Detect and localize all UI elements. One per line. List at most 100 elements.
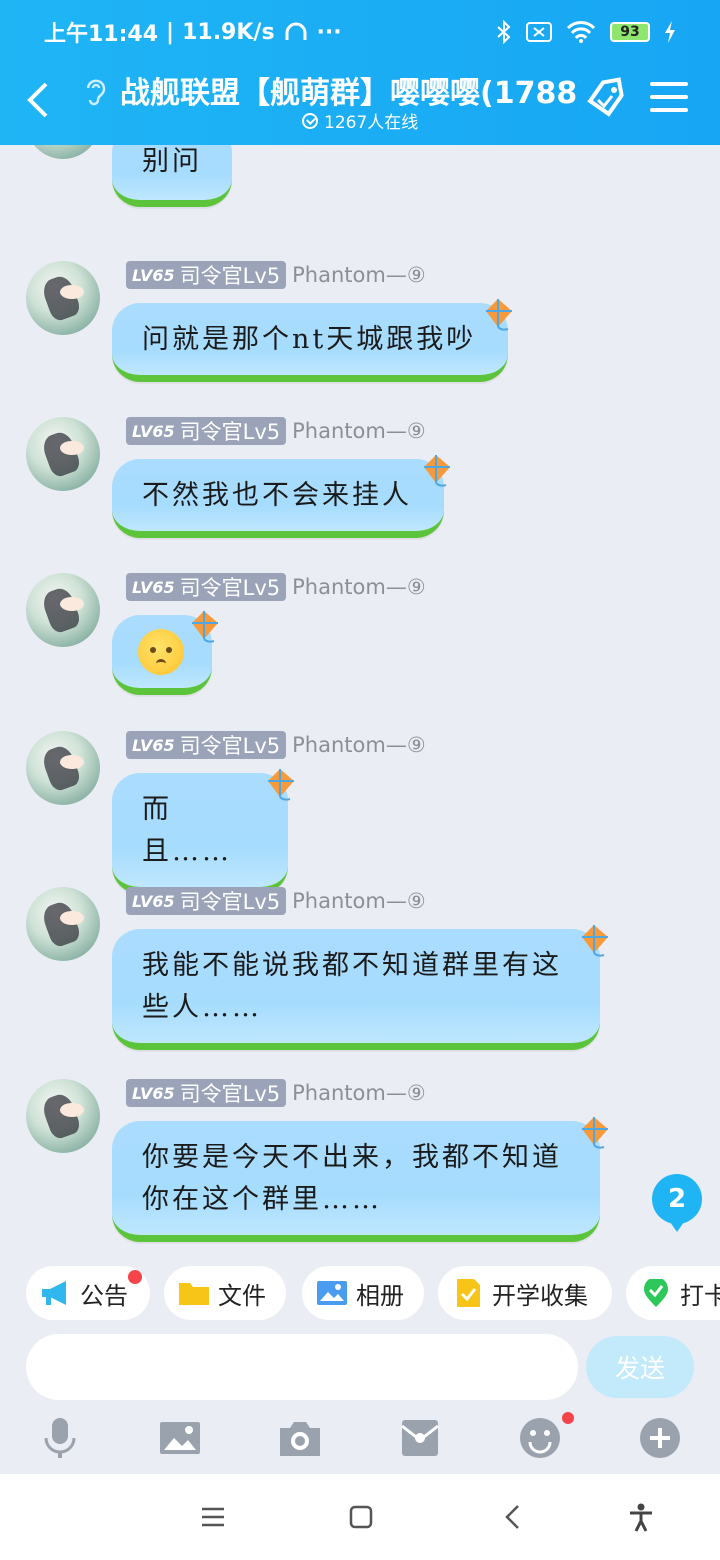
sender-meta: LV65 司令官Lv5 Phantom—⑨ (126, 417, 426, 445)
message-bubble[interactable]: 不然我也不会来挂人 (112, 459, 444, 538)
ear-icon[interactable] (82, 76, 108, 106)
checkin-icon (644, 1279, 668, 1307)
red-packet-icon[interactable] (398, 1416, 442, 1460)
level-label: LV65 (132, 735, 175, 755)
status-more: ··· (316, 19, 342, 45)
sender-name[interactable]: Phantom—⑨ (292, 575, 426, 599)
level-label: LV65 (132, 265, 175, 285)
avatar[interactable] (26, 573, 100, 647)
menu-bar-icon (650, 108, 688, 112)
camera-icon[interactable] (278, 1416, 322, 1460)
kite-icon (486, 299, 512, 331)
menu-bar-icon (650, 95, 688, 99)
online-check-icon (302, 112, 318, 129)
group-title[interactable]: 战舰联盟【舰萌群】嘤嘤嘤(1788) (120, 68, 580, 112)
worried-face-emoji-icon (138, 629, 184, 675)
charging-icon (665, 21, 675, 43)
online-count-text: 1267人在线 (324, 113, 419, 133)
album-icon (317, 1281, 347, 1305)
level-label: LV65 (132, 1083, 175, 1103)
input-row: 发送 (0, 1332, 720, 1402)
megaphone-icon (42, 1281, 66, 1305)
rank-badge: LV65 司令官Lv5 (126, 573, 287, 601)
sender-meta: LV65 司令官Lv5 Phantom—⑨ (126, 573, 426, 601)
chip-checkin[interactable]: 打卡 (626, 1266, 720, 1320)
message-bubble[interactable]: 别问 (112, 145, 232, 207)
message-bubble[interactable]: 问就是那个nt天城跟我吵 (112, 303, 508, 382)
message-bubble[interactable]: 我能不能说我都不知道群里有这些人…… (112, 929, 600, 1050)
chip-label: 公告 (80, 1281, 128, 1310)
kite-icon (424, 455, 450, 487)
sender-meta: LV65 司令官Lv5 Phantom—⑨ (126, 887, 426, 915)
avatar[interactable] (26, 145, 100, 159)
status-separator: | (166, 19, 175, 45)
rank-label: 司令官Lv5 (179, 1082, 281, 1106)
chevron-left-icon (27, 82, 48, 118)
rank-label: 司令官Lv5 (179, 576, 281, 600)
rank-badge: LV65 司令官Lv5 (126, 731, 287, 759)
rank-label: 司令官Lv5 (179, 420, 281, 444)
battery-indicator: 93 (610, 22, 650, 42)
quick-actions-bar[interactable]: 公告 文件 相册 开学收集 打卡 (0, 1266, 720, 1322)
microphone-icon[interactable] (38, 1416, 82, 1460)
online-count: 1267人在线 (302, 108, 418, 133)
chat-area[interactable]: 别问 LV65 司令官Lv5 Phantom—⑨ 问就是那个nt天城跟我吵 LV… (0, 145, 720, 1255)
chip-label: 相册 (356, 1281, 404, 1310)
send-button[interactable]: 发送 (586, 1336, 694, 1398)
avatar[interactable] (26, 417, 100, 491)
back-chevron-icon[interactable] (498, 1502, 528, 1532)
emoji-notification-dot (562, 1412, 574, 1424)
chip-files[interactable]: 文件 (164, 1266, 286, 1320)
wifi-icon (566, 21, 596, 43)
unread-badge[interactable]: 2 (652, 1174, 702, 1232)
avatar[interactable] (26, 261, 100, 335)
menu-bar-icon (650, 82, 688, 86)
accessibility-icon[interactable] (626, 1502, 656, 1532)
chip-label: 文件 (218, 1281, 266, 1310)
status-bar: 上午11:44 | 11.9K/s ··· 93 (0, 0, 720, 64)
rank-badge: LV65 司令官Lv5 (126, 1079, 287, 1107)
sender-name[interactable]: Phantom—⑨ (292, 263, 426, 287)
chip-label: 打卡 (680, 1281, 720, 1310)
sim-off-icon (526, 22, 552, 42)
recents-menu-icon[interactable] (198, 1502, 228, 1532)
sender-name[interactable]: Phantom—⑨ (292, 889, 426, 913)
image-icon[interactable] (158, 1416, 202, 1460)
message-input[interactable] (26, 1334, 578, 1400)
rank-label: 司令官Lv5 (179, 890, 281, 914)
plus-icon[interactable] (638, 1416, 682, 1460)
sender-name[interactable]: Phantom—⑨ (292, 419, 426, 443)
sender-name[interactable]: Phantom—⑨ (292, 1081, 426, 1105)
collect-doc-icon (457, 1279, 480, 1307)
sender-name[interactable]: Phantom—⑨ (292, 733, 426, 757)
rank-badge: LV65 司令官Lv5 (126, 261, 287, 289)
chip-announcement[interactable]: 公告 (26, 1266, 150, 1320)
sender-meta: LV65 司令官Lv5 Phantom—⑨ (126, 261, 426, 289)
rank-label: 司令官Lv5 (179, 264, 281, 288)
bluetooth-icon (497, 20, 511, 44)
avatar[interactable] (26, 887, 100, 961)
avatar[interactable] (26, 1079, 100, 1153)
menu-button[interactable] (650, 82, 688, 114)
avatar[interactable] (26, 731, 100, 805)
tag-icon[interactable] (584, 76, 630, 122)
home-square-icon[interactable] (346, 1502, 376, 1532)
emoji-icon[interactable] (518, 1416, 562, 1460)
message-text: 而且…… (142, 794, 232, 867)
status-left: 上午11:44 | 11.9K/s ··· (44, 16, 496, 48)
chip-collect[interactable]: 开学收集 (438, 1266, 612, 1320)
level-label: LV65 (132, 891, 175, 911)
kite-icon (582, 925, 608, 957)
level-label: LV65 (132, 577, 175, 597)
message-text: 我能不能说我都不知道群里有这些人…… (142, 950, 562, 1023)
kite-icon (192, 611, 218, 643)
notification-dot (128, 1270, 142, 1284)
input-toolbar (0, 1404, 720, 1472)
message-text: 问就是那个nt天城跟我吵 (142, 324, 477, 355)
message-bubble[interactable]: 你要是今天不出来，我都不知道你在这个群里…… (112, 1121, 600, 1242)
back-button[interactable] (22, 78, 62, 122)
status-speed: 11.9K/s (182, 19, 275, 45)
title-row: 战舰联盟【舰萌群】嘤嘤嘤(1788) 1267人在线 (0, 64, 720, 144)
folder-icon (179, 1283, 209, 1305)
chip-album[interactable]: 相册 (302, 1266, 424, 1320)
